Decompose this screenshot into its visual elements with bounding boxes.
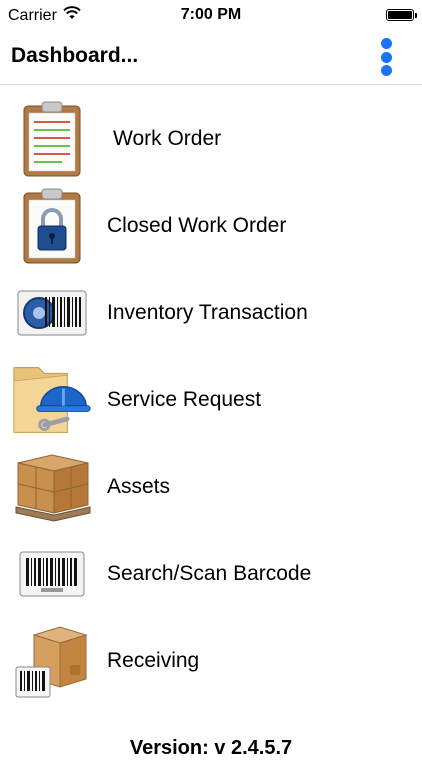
battery-tip <box>415 13 417 18</box>
barcode-gear-icon <box>12 273 92 353</box>
menu-item-label: Search/Scan Barcode <box>107 561 312 585</box>
menu-item-work-order[interactable]: Work Order <box>0 95 422 182</box>
menu-item-receiving[interactable]: Receiving <box>0 617 422 704</box>
navigation-bar: Dashboard... <box>0 30 422 85</box>
dashboard-menu: Work Order Closed Work Order Inventory T… <box>0 95 422 704</box>
battery-icon <box>386 9 414 21</box>
box-barcode-icon <box>12 621 92 701</box>
menu-item-assets[interactable]: Assets <box>0 443 422 530</box>
menu-item-label: Inventory Transaction <box>107 300 308 324</box>
status-time: 7:00 PM <box>180 6 242 23</box>
menu-item-inventory-transaction[interactable]: Inventory Transaction <box>0 269 422 356</box>
page-title: Dashboard... <box>11 44 139 67</box>
menu-item-label: Assets <box>107 474 171 498</box>
menu-item-label: Closed Work Order <box>107 213 287 237</box>
version-label: Version: v 2.4.5.7 <box>129 737 293 759</box>
status-bar: Carrier 7:00 PM <box>0 0 422 30</box>
vertical-ellipsis-icon[interactable] <box>378 38 394 76</box>
menu-item-label: Receiving <box>107 648 200 672</box>
boxes-pallet-icon <box>12 447 92 527</box>
clipboard-icon <box>12 99 92 179</box>
menu-item-search-scan-barcode[interactable]: Search/Scan Barcode <box>0 530 422 617</box>
menu-item-label: Work Order <box>113 126 222 150</box>
barcode-icon <box>12 534 92 614</box>
menu-item-closed-work-order[interactable]: Closed Work Order <box>0 182 422 269</box>
menu-item-service-request[interactable]: Service Request <box>0 356 422 443</box>
locked-clipboard-icon <box>12 186 92 266</box>
folder-hardhat-icon <box>12 360 92 440</box>
menu-item-label: Service Request <box>107 387 262 411</box>
